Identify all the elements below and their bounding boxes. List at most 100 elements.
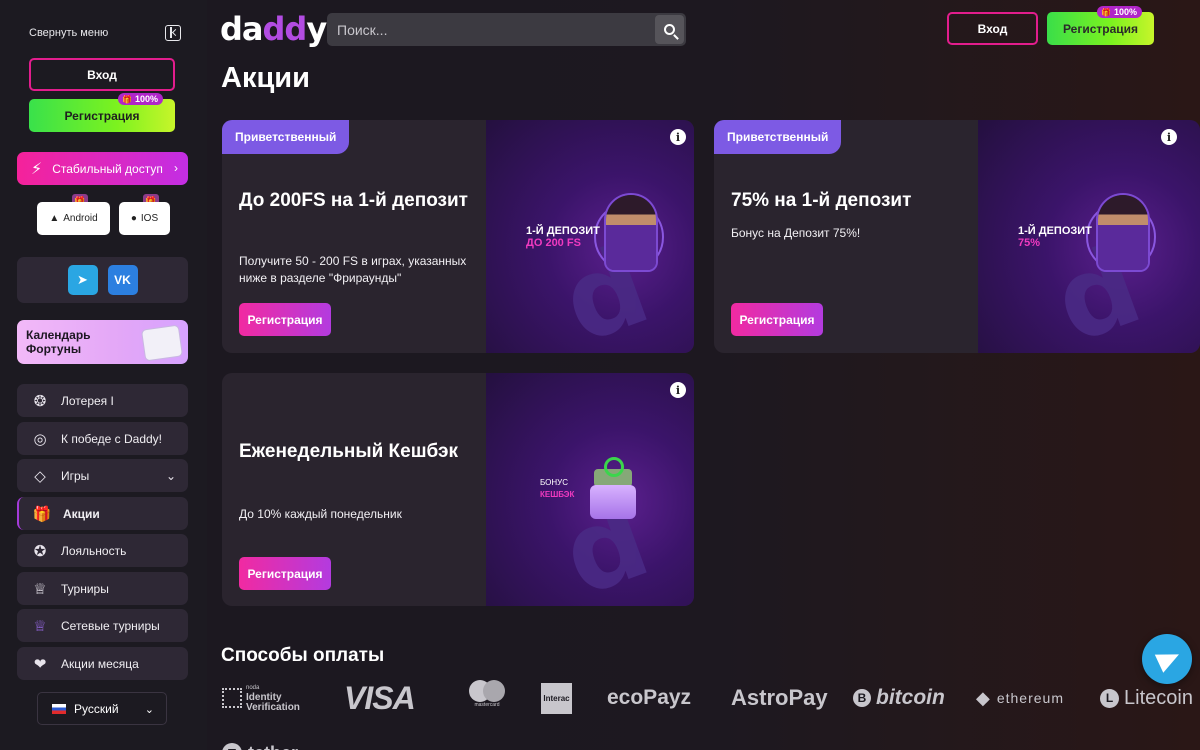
sidebar-item-loyalty[interactable]: ✪ Лояльность	[17, 534, 188, 567]
vk-icon[interactable]: VK	[107, 265, 138, 295]
sidebar-item-promotions[interactable]: 🎁 Акции	[17, 497, 188, 530]
collapse-menu-label: Свернуть меню	[29, 27, 109, 39]
promo-title: 75% на 1-й депозит	[731, 190, 912, 211]
bonus-badge-text: 100%	[1113, 7, 1137, 17]
sidebar-item-network-tournaments[interactable]: ♕ Сетевые турниры	[17, 609, 188, 642]
promo-tag: Приветственный	[222, 120, 350, 154]
promo-register-button[interactable]: Регистрация	[731, 303, 823, 336]
lottery-ball-icon: ❂	[33, 392, 47, 410]
promo-description: Получите 50 - 200 FS в играх, указанных …	[239, 254, 467, 285]
bonus-badge: 🎁 100%	[1097, 6, 1142, 18]
language-select[interactable]: Русский ⌄	[37, 692, 167, 725]
sidebar-item-label: К победе с Daddy!	[61, 431, 163, 446]
promo-card[interactable]: Приветственный До 200FS на 1-й депозит П…	[222, 120, 694, 353]
promo-card[interactable]: Еженедельный Кешбэк До 10% каждый понеде…	[222, 373, 694, 606]
tether-logo: T tether	[222, 735, 298, 750]
sidebar-item-monthly-promotions[interactable]: ❤ Акции месяца	[17, 647, 188, 680]
interac-label: Interac	[541, 682, 572, 714]
search-input[interactable]	[327, 13, 647, 46]
sidebar-item-games[interactable]: ◇ Игры ⌄	[17, 459, 188, 492]
interac-logo: Interac	[541, 680, 572, 716]
noda-logo: noda Identity Verification	[222, 680, 300, 716]
chevron-down-icon: ⌄	[165, 468, 176, 483]
ecopayz-logo: ecoPayz	[607, 686, 692, 709]
promo-art-text: БОНУС КЕШБЭК	[540, 477, 574, 501]
promo-title: До 200FS на 1-й депозит	[239, 190, 468, 211]
android-app-button[interactable]: ▲ Android	[37, 202, 110, 235]
sidebar-item-tournaments[interactable]: ♕ Турниры	[17, 572, 188, 605]
tether-icon: T	[222, 743, 242, 750]
promo-title: Еженедельный Кешбэк	[239, 441, 459, 462]
target-icon: ◎	[33, 430, 47, 448]
page-title: Акции	[221, 62, 310, 94]
gift-icon: 🎁	[122, 94, 132, 104]
logo-part: y	[306, 10, 327, 48]
noda-line: Verification	[246, 702, 300, 713]
sidebar: Свернуть меню Вход Регистрация 🎁 100% ⚡ …	[0, 0, 207, 750]
litecoin-label: Litecoin	[1124, 686, 1193, 709]
info-icon[interactable]: i	[1161, 129, 1177, 145]
telegram-icon[interactable]: ➤	[67, 265, 98, 295]
art-line: 1-Й ДЕПОЗИТ	[1018, 225, 1092, 237]
diamond-icon: ◇	[34, 467, 46, 485]
social-links: ➤ VK	[17, 257, 188, 303]
character-illustration	[1098, 195, 1148, 270]
promo-card[interactable]: Приветственный 75% на 1-й депозит Бонус …	[714, 120, 1200, 353]
apple-icon: ●	[130, 213, 137, 224]
art-line: БОНУС	[540, 478, 569, 487]
promo-description: До 10% каждый понедельник	[239, 507, 402, 521]
search-button[interactable]	[655, 15, 684, 44]
ios-app-button[interactable]: ● IOS	[119, 202, 170, 235]
art-line: ДО 200 FS	[526, 237, 581, 249]
sidebar-login-button[interactable]: Вход	[29, 58, 175, 91]
sidebar-item-label: Игры	[61, 468, 90, 483]
header-login-button[interactable]: Вход	[947, 12, 1038, 45]
bonus-badge-text: 100%	[134, 94, 158, 104]
ethereum-label: ethereum	[996, 690, 1064, 706]
trophy-network-icon: ♕	[33, 617, 47, 635]
chest-illustration	[590, 485, 636, 519]
promo-register-button[interactable]: Регистрация	[239, 557, 331, 590]
ios-label: IOS	[140, 213, 159, 224]
promo-description: Бонус на Депозит 75%!	[731, 226, 861, 240]
stable-access-button[interactable]: ⚡ Стабильный доступ ›	[17, 152, 188, 185]
sidebar-item-label: Лояльность	[61, 543, 127, 558]
search-icon	[664, 24, 675, 35]
litecoin-icon: L	[1100, 688, 1119, 708]
sidebar-item-label: Турниры	[61, 581, 109, 596]
info-icon[interactable]: i	[670, 382, 686, 398]
search-bar	[327, 13, 686, 46]
russian-flag-icon	[52, 703, 66, 714]
sidebar-item-win-with-daddy[interactable]: ◎ К победе с Daddy!	[17, 422, 188, 455]
promo-register-button[interactable]: Регистрация	[239, 303, 331, 336]
telegram-icon	[1154, 645, 1184, 673]
fortune-calendar-label: Календарь Фортуны	[26, 328, 91, 356]
visa-logo: VISA	[344, 679, 416, 716]
promo-art-text: 1-Й ДЕПОЗИТ ДО 200 FS	[526, 225, 600, 249]
sidebar-item-lottery[interactable]: ❂ Лотерея I	[17, 384, 188, 417]
bonus-badge: 🎁 100%	[118, 93, 163, 105]
fortune-calendar-banner[interactable]: Календарь Фортуны	[17, 320, 188, 364]
sidebar-item-label: Лотерея I	[61, 393, 114, 408]
collapse-menu-button[interactable]: Свернуть меню	[29, 24, 181, 42]
tether-label: tether	[248, 743, 298, 750]
info-icon[interactable]: i	[670, 129, 686, 145]
promo-image: d 1-Й ДЕПОЗИТ 75%	[978, 120, 1200, 353]
bitcoin-logo: B bitcoin	[853, 680, 945, 716]
android-icon: ▲	[49, 213, 60, 224]
lightning-icon: ⚡	[31, 160, 43, 178]
promo-tag: Приветственный	[714, 120, 842, 154]
trophy-icon: ♕	[33, 580, 47, 598]
gift-box-icon	[142, 325, 182, 361]
promo-image: d 1-Й ДЕПОЗИТ ДО 200 FS	[486, 120, 694, 353]
litecoin-logo: L Litecoin	[1100, 680, 1193, 716]
collapse-sidebar-icon[interactable]	[165, 25, 181, 41]
sidebar-item-label: Сетевые турниры	[61, 618, 160, 633]
character-illustration	[606, 195, 656, 270]
gift-icon: 🎁	[1101, 7, 1111, 17]
telegram-floating-button[interactable]	[1142, 634, 1192, 684]
daddy-logo[interactable]: daddy	[220, 10, 327, 48]
art-line: КЕШБЭК	[540, 490, 575, 499]
chevron-right-icon: ›	[174, 161, 178, 175]
art-line: 75%	[1018, 237, 1041, 249]
